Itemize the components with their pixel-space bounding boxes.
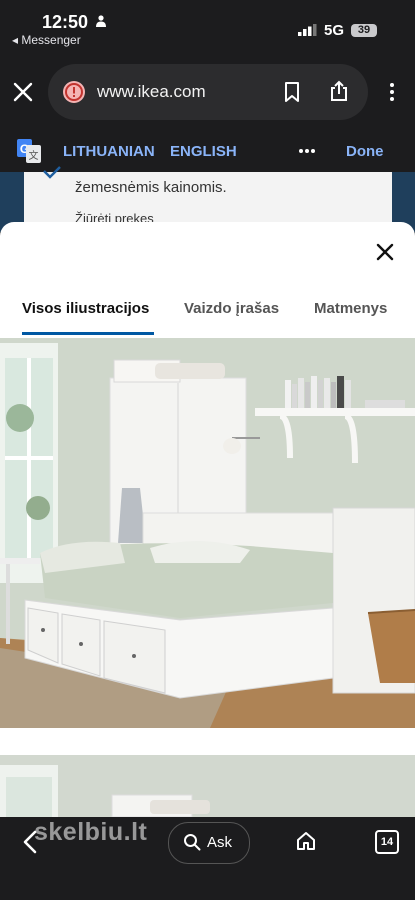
product-image-daybed[interactable] xyxy=(0,338,415,728)
tab-dimensions[interactable]: Matmenys xyxy=(314,300,387,317)
ask-label[interactable]: Ask xyxy=(207,834,232,851)
target-language-tab[interactable]: ENGLISH xyxy=(170,143,237,160)
translate-options-icon[interactable] xyxy=(298,148,316,154)
person-icon xyxy=(96,15,106,27)
tab-switcher-button[interactable]: 14 xyxy=(375,830,399,854)
checkmark-icon xyxy=(43,166,61,179)
tab-video[interactable]: Vaizdo įrašas xyxy=(184,300,279,317)
watermark-text: skelbiu.lt xyxy=(34,818,148,846)
bookmark-icon[interactable] xyxy=(283,82,301,102)
google-translate-icon: G文 xyxy=(17,139,41,163)
share-icon[interactable] xyxy=(329,80,349,102)
svg-text:文: 文 xyxy=(29,149,39,162)
more-options-icon[interactable] xyxy=(383,82,401,102)
source-language-tab[interactable]: LITHUANIAN xyxy=(63,143,155,160)
search-sparkle-icon xyxy=(184,834,201,851)
back-to-app-link[interactable]: ◂ Messenger xyxy=(12,33,81,47)
url-bar[interactable] xyxy=(48,64,368,120)
background-text: žemesnėmis kainomis. xyxy=(75,179,227,196)
close-tab-icon[interactable] xyxy=(12,81,34,103)
active-tab-indicator xyxy=(22,332,154,335)
home-icon[interactable] xyxy=(296,831,316,851)
network-type: 5G xyxy=(324,22,345,39)
url-text[interactable]: www.ikea.com xyxy=(97,82,206,102)
status-time: 12:50 xyxy=(42,12,89,32)
translate-done-button[interactable]: Done xyxy=(346,143,384,160)
modal-close-icon[interactable] xyxy=(376,243,394,261)
battery-indicator: 39 xyxy=(351,24,377,37)
tab-all-illustrations[interactable]: Visos iliustracijos xyxy=(22,300,149,317)
site-warning-icon[interactable] xyxy=(63,81,85,103)
signal-icon xyxy=(298,24,317,36)
